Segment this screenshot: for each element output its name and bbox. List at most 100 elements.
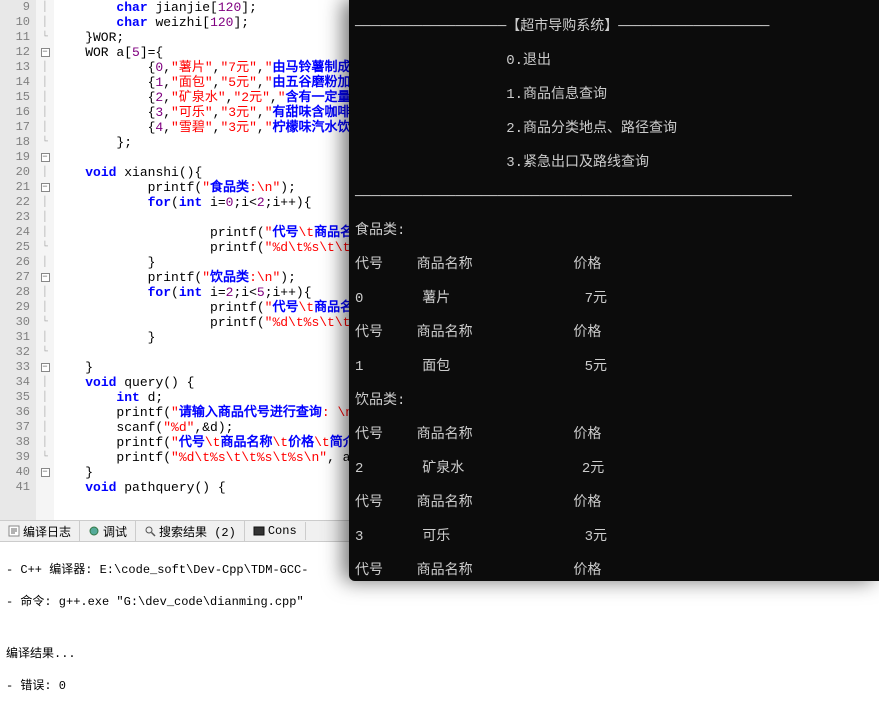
fold-cell: │ (36, 255, 54, 270)
fold-cell: │ (36, 165, 54, 180)
fold-cell[interactable]: − (36, 45, 54, 60)
fold-toggle-icon[interactable]: − (41, 363, 50, 372)
line-number: 30 (0, 315, 30, 330)
line-number: 39 (0, 450, 30, 465)
fold-cell[interactable]: − (36, 180, 54, 195)
tab-console[interactable]: Cons (245, 522, 306, 540)
fold-cell: │ (36, 105, 54, 120)
line-number-gutter: 9101112131415161718192021222324252627282… (0, 0, 36, 520)
line-number: 37 (0, 420, 30, 435)
fold-cell: │ (36, 375, 54, 390)
line-number: 36 (0, 405, 30, 420)
console-line: 代号 商品名称 价格 (355, 427, 873, 444)
line-number: 24 (0, 225, 30, 240)
fold-cell: │ (36, 60, 54, 75)
bug-icon (88, 525, 100, 537)
fold-toggle-icon[interactable]: − (41, 273, 50, 282)
log-line: - 命令: g++.exe "G:\dev_code\dianming.cpp" (6, 594, 873, 610)
line-number: 38 (0, 435, 30, 450)
fold-toggle-icon[interactable]: − (41, 183, 50, 192)
console-line: 1 面包 5元 (355, 359, 873, 376)
fold-cell: │ (36, 210, 54, 225)
console-line: ──────────────────【超市导购系统】──────────────… (355, 19, 873, 36)
fold-cell: │ (36, 90, 54, 105)
console-line: ────────────────────────────────────────… (355, 189, 873, 206)
tab-debug[interactable]: 调试 (80, 521, 136, 542)
line-number: 31 (0, 330, 30, 345)
fold-cell[interactable]: − (36, 150, 54, 165)
fold-cell: └ (36, 240, 54, 255)
line-number: 18 (0, 135, 30, 150)
line-number: 15 (0, 90, 30, 105)
line-number: 25 (0, 240, 30, 255)
fold-cell[interactable]: − (36, 270, 54, 285)
line-number: 26 (0, 255, 30, 270)
log-icon (8, 525, 20, 537)
fold-cell: │ (36, 405, 54, 420)
terminal-window[interactable]: ──────────────────【超市导购系统】──────────────… (349, 0, 879, 581)
line-number: 32 (0, 345, 30, 360)
tab-label: 搜索结果 (2) (159, 523, 236, 540)
fold-cell: └ (36, 30, 54, 45)
fold-column[interactable]: ││└−│││││└−│−│││└│−││└│└−│││││└− (36, 0, 54, 520)
console-line: 3.紧急出口及路线查询 (355, 155, 873, 172)
console-line: 代号 商品名称 价格 (355, 495, 873, 512)
fold-cell: │ (36, 15, 54, 30)
fold-toggle-icon[interactable]: − (41, 468, 50, 477)
fold-cell: └ (36, 345, 54, 360)
line-number: 13 (0, 60, 30, 75)
fold-cell: │ (36, 300, 54, 315)
fold-cell: │ (36, 390, 54, 405)
line-number: 33 (0, 360, 30, 375)
fold-cell: └ (36, 315, 54, 330)
console-line: 2.商品分类地点、路径查询 (355, 121, 873, 138)
fold-toggle-icon[interactable]: − (41, 48, 50, 57)
line-number: 17 (0, 120, 30, 135)
console-line: 0 薯片 7元 (355, 291, 873, 308)
fold-cell: │ (36, 75, 54, 90)
line-number: 14 (0, 75, 30, 90)
console-line: 3 可乐 3元 (355, 529, 873, 546)
fold-cell[interactable]: − (36, 360, 54, 375)
tab-compile-log[interactable]: 编译日志 (0, 521, 80, 542)
tab-search-results[interactable]: 搜索结果 (2) (136, 521, 245, 542)
line-number: 10 (0, 15, 30, 30)
fold-cell: │ (36, 420, 54, 435)
tab-label: 编译日志 (23, 523, 71, 540)
line-number: 20 (0, 165, 30, 180)
fold-cell: │ (36, 330, 54, 345)
fold-cell[interactable]: − (36, 465, 54, 480)
console-line: 代号 商品名称 价格 (355, 257, 873, 274)
fold-cell: └ (36, 135, 54, 150)
line-number: 19 (0, 150, 30, 165)
console-line: 1.商品信息查询 (355, 87, 873, 104)
line-number: 35 (0, 390, 30, 405)
fold-cell: │ (36, 195, 54, 210)
line-number: 27 (0, 270, 30, 285)
search-icon (144, 525, 156, 537)
line-number: 9 (0, 0, 30, 15)
line-number: 23 (0, 210, 30, 225)
console-line: 饮品类: (355, 393, 873, 410)
console-line: 代号 商品名称 价格 (355, 325, 873, 342)
fold-toggle-icon[interactable]: − (41, 153, 50, 162)
console-line: 0.退出 (355, 53, 873, 70)
console-line: 食品类: (355, 223, 873, 240)
console-icon (253, 525, 265, 537)
line-number: 11 (0, 30, 30, 45)
line-number: 34 (0, 375, 30, 390)
console-line: 2 矿泉水 2元 (355, 461, 873, 478)
console-line: 代号 商品名称 价格 (355, 563, 873, 580)
line-number: 21 (0, 180, 30, 195)
line-number: 29 (0, 300, 30, 315)
fold-cell: │ (36, 0, 54, 15)
log-line: 编译结果... (6, 646, 873, 662)
fold-cell: └ (36, 450, 54, 465)
line-number: 22 (0, 195, 30, 210)
line-number: 41 (0, 480, 30, 495)
tab-label: 调试 (103, 523, 127, 540)
tab-label: Cons (268, 524, 297, 538)
line-number: 40 (0, 465, 30, 480)
fold-cell: │ (36, 120, 54, 135)
line-number: 16 (0, 105, 30, 120)
